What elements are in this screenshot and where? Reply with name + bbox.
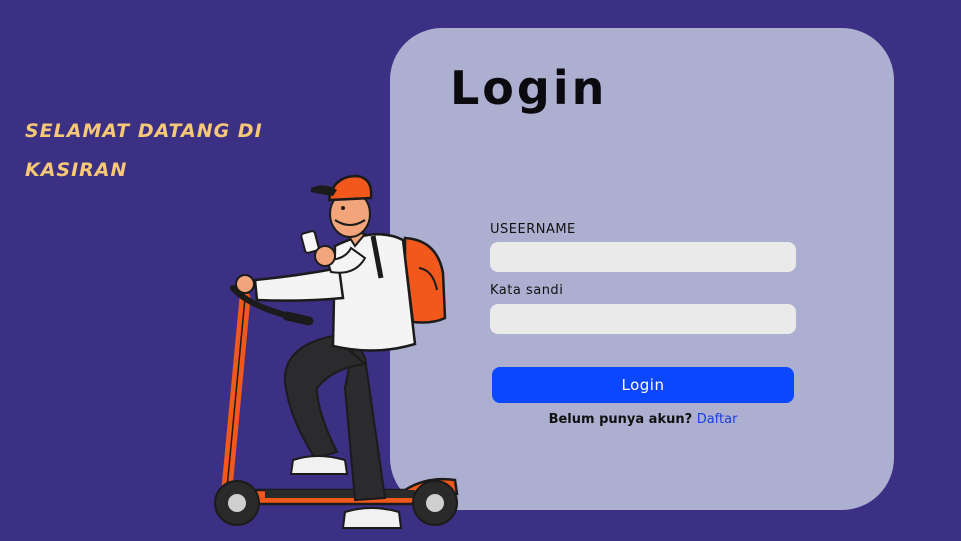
- username-label: USEERNAME: [490, 222, 576, 237]
- register-prompt-text: Belum punya akun?: [548, 412, 693, 427]
- password-label: Kata sandi: [490, 283, 564, 298]
- register-link[interactable]: Daftar: [697, 412, 738, 427]
- scooter-rider-illustration: [214, 174, 459, 529]
- register-prompt-line: Belum punya akun? Daftar: [492, 412, 794, 427]
- login-title: Login: [450, 61, 608, 115]
- username-input[interactable]: [490, 242, 796, 272]
- password-input[interactable]: [490, 304, 796, 334]
- login-button[interactable]: Login: [492, 367, 794, 403]
- welcome-line-1: SELAMAT DATANG DI: [25, 120, 263, 142]
